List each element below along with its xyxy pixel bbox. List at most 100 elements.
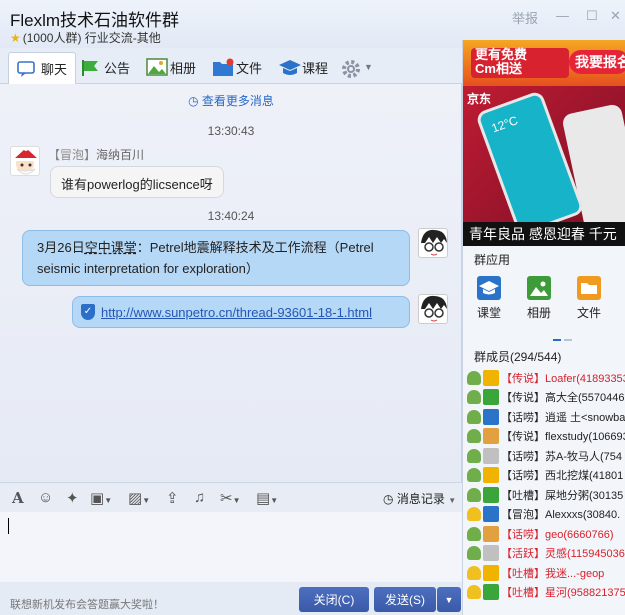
maximize-icon[interactable]: ☐	[586, 8, 598, 24]
report-button[interactable]: 举报	[512, 8, 538, 27]
sender-tag: 【冒泡】	[48, 148, 97, 162]
app-album[interactable]: 相册	[519, 276, 559, 321]
ad-image: 京东 12°C	[463, 86, 625, 237]
star-icon: ★	[10, 31, 21, 45]
group-subtitle: ★ (1000人群) 行业交流-其他	[10, 29, 161, 46]
avatar	[483, 467, 499, 484]
member-row[interactable]: 【话唠】逍遥 土<snowba	[463, 407, 625, 427]
member-list[interactable]: 【传说】Loafer(41893353 【传说】高大全(5570446 【话唠】逍遥…	[463, 368, 625, 602]
flag-icon	[80, 58, 100, 76]
folder-icon	[212, 58, 234, 76]
member-row[interactable]: 【传说】flexstudy(106693	[463, 427, 625, 447]
shield-icon: ✓	[81, 304, 95, 320]
member-row[interactable]: 【活跃】灵感(1159450368	[463, 544, 625, 564]
message-history-label: 消息记录	[396, 492, 445, 506]
member-name: 【传说】高大全(5570446	[501, 392, 625, 405]
chevron-down-icon: ▼	[444, 594, 454, 605]
tab-files-label: 文件	[236, 60, 263, 76]
member-row[interactable]: 【话唠】苏A-牧马人(754	[463, 446, 625, 466]
close-button[interactable]: 关闭(C)	[299, 587, 369, 612]
avatar	[483, 369, 499, 386]
sender-name[interactable]: 【冒泡】海纳百川	[48, 146, 144, 163]
app-files[interactable]: 文件	[569, 276, 609, 321]
settings-menu[interactable]: ▼	[340, 52, 373, 82]
avatar	[483, 564, 499, 581]
tab-files[interactable]: 文件	[212, 52, 262, 82]
upload-icon[interactable]: ⇪	[166, 489, 179, 507]
avatar[interactable]	[418, 228, 448, 258]
tab-announcement[interactable]: 公告	[80, 52, 130, 82]
member-row[interactable]: 【传说】高大全(5570446	[463, 388, 625, 408]
tab-chat-label: 聊天	[41, 62, 68, 77]
ad-signup-button[interactable]: 我要报名	[569, 50, 625, 74]
clock-icon: ◷	[188, 94, 199, 108]
message-date: 3月26日	[37, 240, 85, 255]
avatar	[483, 408, 499, 425]
view-more-label: 查看更多消息	[201, 94, 274, 108]
member-row[interactable]: 【话唠】geo(6660766)	[463, 524, 625, 544]
avatar	[483, 428, 499, 445]
bottom-bar: 联想新机发布会答题赢大奖啦！ 关闭(C) 发送(S) ▼	[0, 582, 462, 615]
member-role-icon	[467, 585, 481, 600]
member-name: 【冒泡】Alexxxs(30840.	[501, 509, 621, 522]
avatar	[483, 525, 499, 542]
send-options-button[interactable]: ▼	[437, 587, 461, 612]
member-name: 【话唠】西北挖煤(41801	[501, 470, 624, 483]
gift-icon[interactable]: ▣▼	[90, 489, 112, 507]
message-time: 13:40:24	[207, 209, 255, 223]
app-label: 课堂	[476, 306, 501, 320]
member-row[interactable]: 【吐槽】我迷...-geop	[463, 563, 625, 583]
font-icon[interactable]: A	[12, 489, 24, 507]
ad-badge: 更有免费 Cm相送	[471, 48, 569, 78]
emoji-icon[interactable]: ☺	[38, 489, 53, 506]
ad-badge-text: 更有免费	[475, 47, 528, 62]
send-button[interactable]: 发送(S)	[374, 587, 436, 612]
group-info: (1000人群) 行业交流-其他	[22, 31, 161, 45]
member-role-icon	[467, 468, 481, 483]
tab-album-label: 相册	[170, 60, 197, 76]
member-role-icon	[467, 546, 481, 561]
close-icon[interactable]: ✕	[610, 8, 621, 24]
image-icon[interactable]: ▨▼	[128, 489, 150, 507]
folder-icon	[577, 276, 601, 300]
magic-wand-icon[interactable]: ✦	[66, 489, 79, 507]
message-link[interactable]: http://www.sunpetro.cn/thread-93601-18-1…	[101, 305, 372, 320]
more-tools-icon[interactable]: ▤▼	[256, 489, 278, 507]
music-icon[interactable]: ♫	[194, 489, 205, 506]
minimize-icon[interactable]: —	[556, 8, 569, 23]
member-name: 【传说】flexstudy(106693	[501, 431, 625, 444]
gear-icon	[340, 58, 360, 78]
message-time: 13:30:43	[207, 124, 255, 138]
notice-text[interactable]: 联想新机发布会答题赢大奖啦！	[10, 596, 164, 612]
member-name: 【吐槽】我迷...-geop	[501, 567, 605, 580]
app-classroom[interactable]: 课堂	[469, 276, 509, 321]
member-row[interactable]: 【冒泡】Alexxxs(30840.	[463, 505, 625, 525]
message-input[interactable]	[0, 512, 462, 582]
chat-area[interactable]: ◷ 查看更多消息 13:30:43 【冒泡】海纳百川 谁有powerlog的li…	[0, 84, 462, 482]
message-keyword[interactable]: 空中课堂	[85, 240, 137, 255]
right-panel: 更有免费 Cm相送 我要报名 京东 12°C 青年良品 感恩迎春 千元 群应用 …	[462, 40, 625, 615]
view-more-messages[interactable]: ◷ 查看更多消息	[0, 92, 462, 109]
graduation-cap-icon	[278, 58, 301, 76]
member-role-icon	[467, 370, 481, 385]
tab-announcement-label: 公告	[104, 60, 131, 76]
tab-album[interactable]: 相册	[146, 52, 196, 82]
member-role-icon	[467, 409, 481, 424]
advertisement[interactable]: 更有免费 Cm相送 我要报名 京东 12°C 青年良品 感恩迎春 千元	[463, 40, 625, 246]
member-row[interactable]: 【传说】Loafer(41893353	[463, 368, 625, 388]
tab-courses-label: 课程	[302, 60, 329, 76]
member-row[interactable]: 【吐槽】星河(958821375	[463, 583, 625, 603]
tab-chat[interactable]: 聊天	[8, 52, 77, 84]
pager-dots[interactable]	[553, 330, 573, 341]
tab-courses[interactable]: 课程	[278, 52, 328, 82]
avatar[interactable]	[10, 146, 40, 176]
group-apps-title: 群应用	[474, 253, 511, 267]
scissors-icon[interactable]: ✂▼	[220, 489, 241, 507]
member-role-icon	[467, 390, 481, 405]
message-history-button[interactable]: ◷ 消息记录 ▼	[383, 490, 456, 507]
member-row[interactable]: 【话唠】西北挖煤(41801	[463, 466, 625, 486]
member-row[interactable]: 【吐槽】屎地分粥(30135	[463, 485, 625, 505]
app-label: 文件	[576, 306, 601, 320]
avatar[interactable]	[418, 294, 448, 324]
member-name: 【吐槽】屎地分粥(30135	[501, 489, 624, 502]
